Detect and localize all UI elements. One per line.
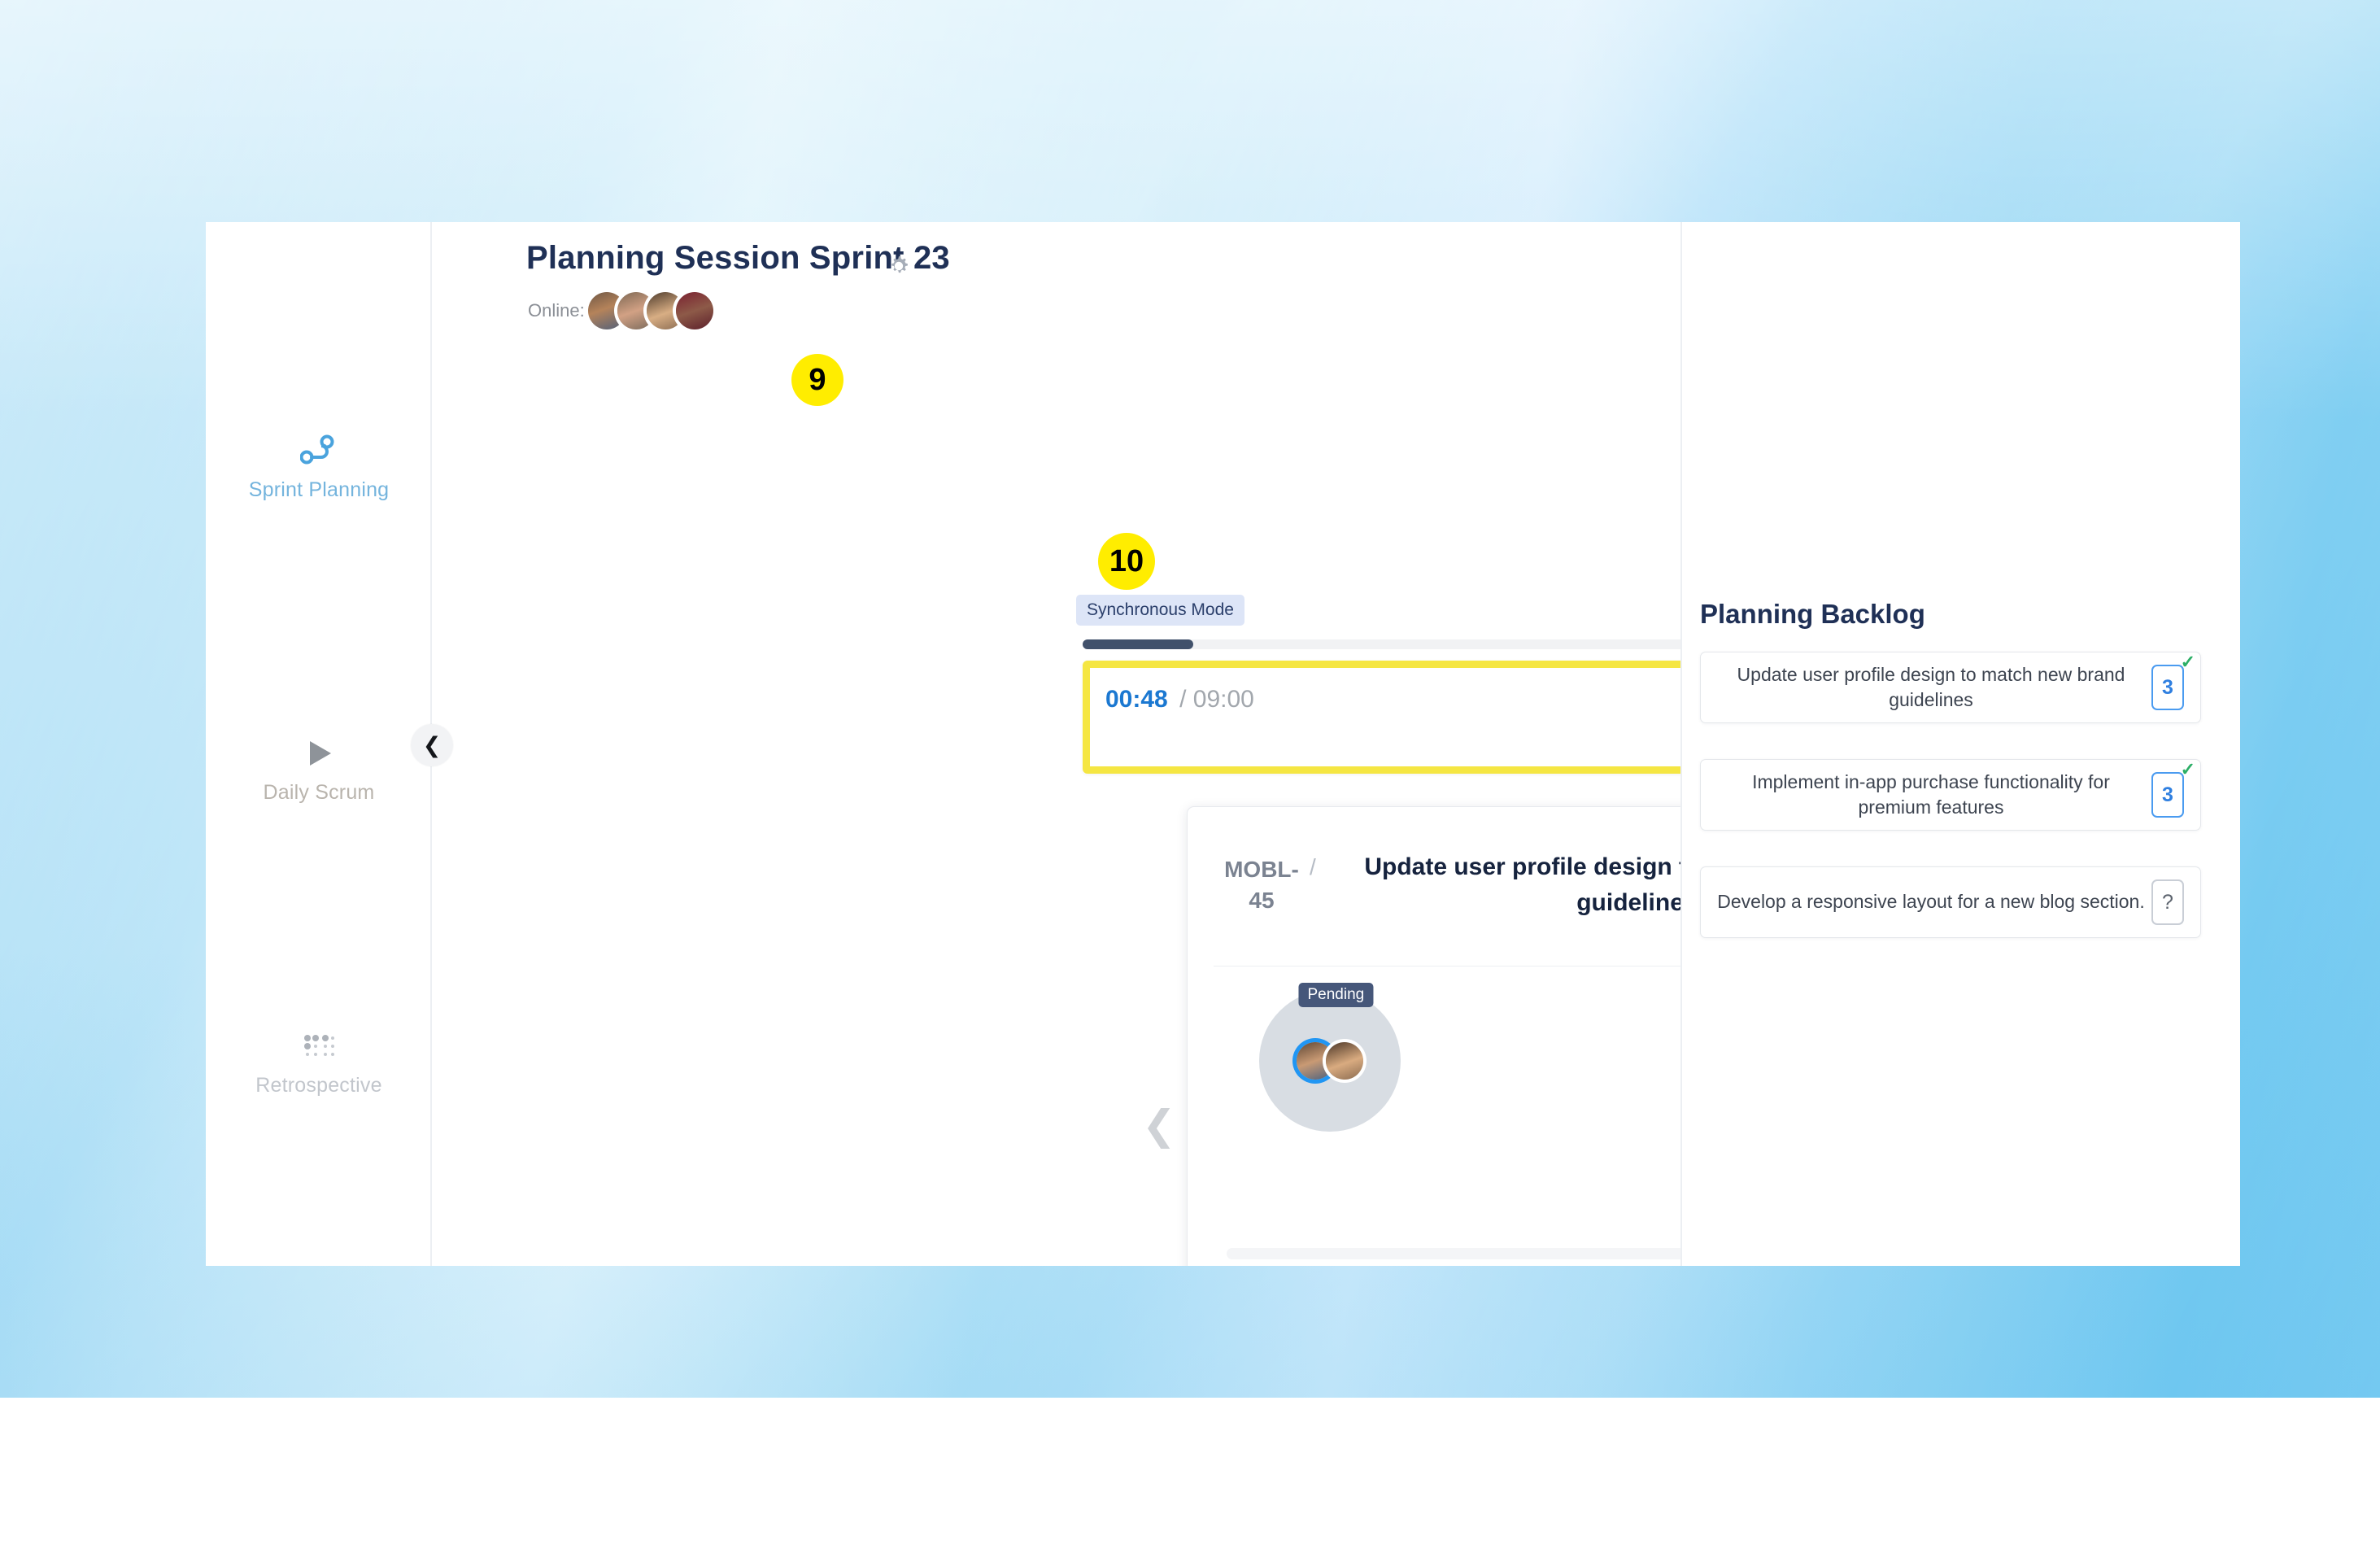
sidebar-item-retrospective[interactable]: Retrospective [206, 1023, 432, 1097]
online-avatar-stack[interactable] [588, 292, 713, 329]
sidebar-nav: Sprint Planning Daily Scrum [206, 222, 432, 1266]
backlog-item-estimate-badge[interactable]: 3 ✓ [2151, 665, 2184, 710]
timer-elapsed: 00:48 [1105, 686, 1168, 713]
sidebar-item-label: Sprint Planning [206, 478, 432, 502]
annotation-marker-10: 10 [1098, 533, 1155, 590]
backlog-item[interactable]: Develop a responsive layout for a new bl… [1700, 866, 2201, 938]
sidebar-collapse-button[interactable]: ❮ [411, 724, 453, 766]
backlog-item-estimate-badge[interactable]: 3 ✓ [2151, 772, 2184, 818]
sidebar-item-daily-scrum[interactable]: Daily Scrum [206, 731, 432, 805]
check-icon: ✓ [2181, 759, 2195, 780]
story-estimation-card: MOBL-45 / Update user profile design to … [1187, 806, 1682, 1266]
backlog-item-estimate-value: ? [2162, 891, 2173, 914]
session-progress-fill [1083, 639, 1193, 649]
backlog-item-estimate-value: 3 [2162, 676, 2173, 700]
session-main-panel: Planning Session Sprint 23 Online: Synch… [432, 222, 1682, 1266]
story-title: Update user profile design to match new … [1329, 840, 1682, 920]
sidebar-item-label: Retrospective [206, 1074, 432, 1097]
backlog-item-estimate-badge[interactable]: ? [2151, 879, 2184, 925]
backlog-item-text: Update user profile design to match new … [1715, 662, 2151, 713]
backlog-item[interactable]: Implement in-app purchase functionality … [1700, 759, 2201, 831]
horizontal-scrollbar[interactable] [1227, 1248, 1682, 1259]
sidebar-item-sprint-planning[interactable]: Sprint Planning [206, 428, 432, 502]
dots-grid-icon [206, 1023, 432, 1069]
vote-group-pending: Pending [1259, 990, 1401, 1132]
timer-readout: 00:48 / 09:00 [1105, 686, 1254, 713]
story-header: MOBL-45 / Update user profile design to … [1214, 840, 1682, 958]
avatar [1326, 1042, 1363, 1080]
timer-total: / 09:00 [1179, 686, 1254, 713]
story-key: MOBL-45 [1214, 840, 1310, 916]
chevron-left-icon: ❮ [423, 733, 442, 758]
online-label: Online: [528, 300, 585, 321]
synchronous-mode-badge: Synchronous Mode [1076, 595, 1244, 626]
backlog-item-text: Implement in-app purchase functionality … [1715, 770, 2151, 820]
sidebar-item-label: Daily Scrum [206, 781, 432, 805]
pending-avatars [1297, 1042, 1363, 1080]
story-prev-button[interactable]: ❮ [1142, 1105, 1176, 1145]
story-key-separator: / [1310, 840, 1329, 880]
online-users: Online: [528, 292, 713, 329]
chevron-left-icon: ❮ [1142, 1102, 1176, 1148]
play-icon [206, 731, 432, 776]
avatar[interactable] [676, 292, 713, 329]
check-icon: ✓ [2181, 652, 2195, 673]
session-progress-bar [1083, 639, 1682, 649]
vote-bubble [1259, 990, 1401, 1132]
app-window: Sprint Planning Daily Scrum [206, 222, 2240, 1266]
gear-icon [885, 252, 913, 280]
backlog-item[interactable]: Update user profile design to match new … [1700, 652, 2201, 723]
backlog-title: Planning Backlog [1700, 599, 1925, 630]
route-icon [206, 428, 432, 473]
session-timer-panel: 00:48 / 09:00 [1083, 661, 1682, 774]
vote-group-label: Pending [1298, 983, 1373, 1007]
planning-backlog-panel: Planning Backlog Update user profile des… [1682, 222, 2240, 1266]
annotation-marker-9: 9 [791, 354, 843, 406]
backlog-item-text: Develop a responsive layout for a new bl… [1715, 889, 2151, 914]
settings-button[interactable] [881, 248, 917, 284]
backlog-item-estimate-value: 3 [2162, 783, 2173, 807]
